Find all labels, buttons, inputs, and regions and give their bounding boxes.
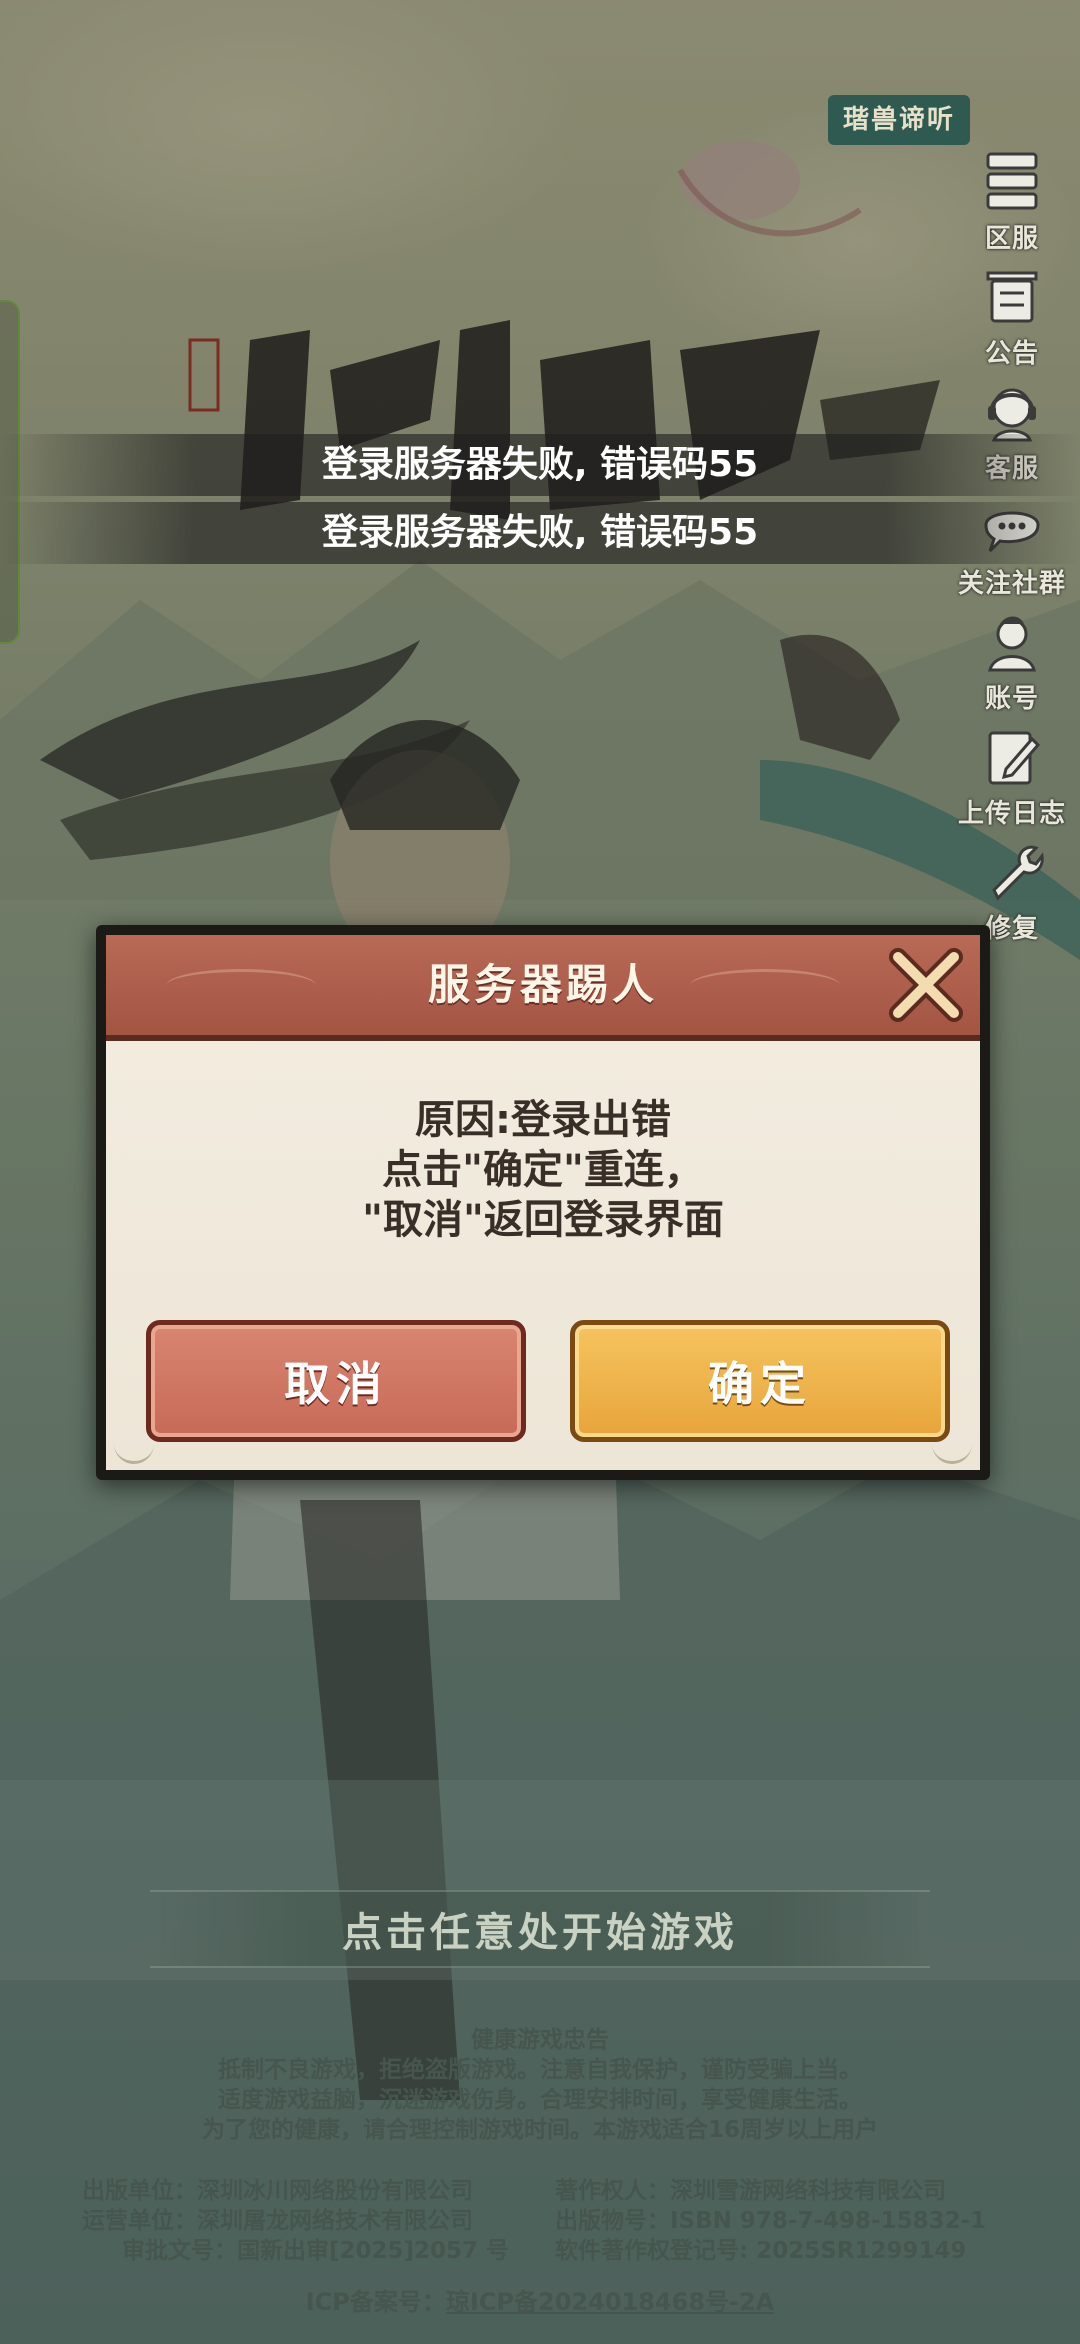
- publisher-text: 出版单位：深圳冰川网络股份有限公司: [82, 2178, 473, 2204]
- message-line: 点击"确定"重连，: [382, 1147, 704, 1193]
- cancel-button[interactable]: 取消: [146, 1320, 526, 1442]
- side-item-upload-log[interactable]: 上传日志: [944, 723, 1080, 838]
- corner-decoration: [114, 1437, 154, 1464]
- close-icon: [889, 948, 963, 1022]
- server-list-icon: [978, 148, 1046, 216]
- dialog-header: 服务器踢人: [106, 935, 980, 1041]
- side-item-account[interactable]: 账号: [944, 608, 1080, 723]
- health-notice-title: 健康游戏忠告: [471, 2027, 609, 2053]
- side-item-label: 修复: [984, 914, 1039, 944]
- close-button[interactable]: [878, 937, 974, 1033]
- copyright-owner-text: 著作权人：深圳雪游网络科技有限公司: [555, 2178, 946, 2204]
- side-item-server[interactable]: 区服: [944, 148, 1080, 263]
- message-line: "取消"返回登录界面: [362, 1197, 724, 1243]
- operator-text: 运营单位：深圳屠龙网络技术有限公司: [82, 2208, 473, 2234]
- icp-record: ICP备案号：琼ICP备2024018468号-2A: [0, 2282, 1080, 2317]
- repair-wrench-icon: [978, 838, 1046, 906]
- icp-link[interactable]: 琼ICP备2024018468号-2A: [446, 2288, 774, 2316]
- side-item-label: 账号: [984, 684, 1039, 714]
- error-toast: 登录服务器失败, 错误码55: [0, 434, 1080, 496]
- corner-decoration: [932, 1437, 972, 1464]
- health-notice-line: 为了您的健康，请合理控制游戏时间。本游戏适合16周岁以上用户: [201, 2117, 878, 2143]
- dialog-message: 原因:登录出错 点击"确定"重连， "取消"返回登录界面: [106, 1095, 980, 1245]
- side-item-label: 关注社群: [957, 569, 1066, 599]
- icp-prefix: ICP备案号：: [305, 2288, 446, 2316]
- side-bubble-label[interactable]: 瑎兽谛听: [828, 95, 970, 145]
- upload-log-icon: [978, 723, 1046, 791]
- kick-dialog: 服务器踢人 原因:登录出错 点击"确定"重连， "取消"返回登录界面 取消 确定: [96, 925, 990, 1480]
- confirm-button[interactable]: 确定: [570, 1320, 950, 1442]
- approval-text: 审批文号：国新出审[2025]2057 号: [122, 2238, 510, 2264]
- tap-to-start-prompt[interactable]: 点击任意处开始游戏: [150, 1890, 930, 1968]
- side-item-label: 公告: [984, 339, 1039, 369]
- health-notice: 健康游戏忠告 抵制不良游戏，拒绝盗版游戏。注意自我保护，谨防受骗上当。 适度游戏…: [0, 2025, 1080, 2145]
- dialog-title: 服务器踢人: [427, 960, 658, 1009]
- health-notice-line: 抵制不良游戏，拒绝盗版游戏。注意自我保护，谨防受骗上当。: [218, 2057, 862, 2083]
- dialog-body: 服务器踢人 原因:登录出错 点击"确定"重连， "取消"返回登录界面 取消 确定: [106, 935, 980, 1470]
- account-avatar-icon: [978, 608, 1046, 676]
- message-line: 原因:登录出错: [415, 1097, 671, 1143]
- error-toast: 登录服务器失败, 错误码55: [0, 502, 1080, 564]
- health-notice-line: 适度游戏益脑，沉迷游戏伤身。合理安排时间，享受健康生活。: [218, 2087, 862, 2113]
- notice-board-icon: [978, 263, 1046, 331]
- isbn-text: 出版物号：ISBN 978-7-498-15832-1: [555, 2208, 987, 2234]
- side-item-notice[interactable]: 公告: [944, 263, 1080, 378]
- side-item-label: 区服: [984, 224, 1039, 254]
- side-item-label: 上传日志: [957, 799, 1066, 829]
- software-registration-text: 软件著作权登记号: 2025SR1299149: [555, 2238, 967, 2264]
